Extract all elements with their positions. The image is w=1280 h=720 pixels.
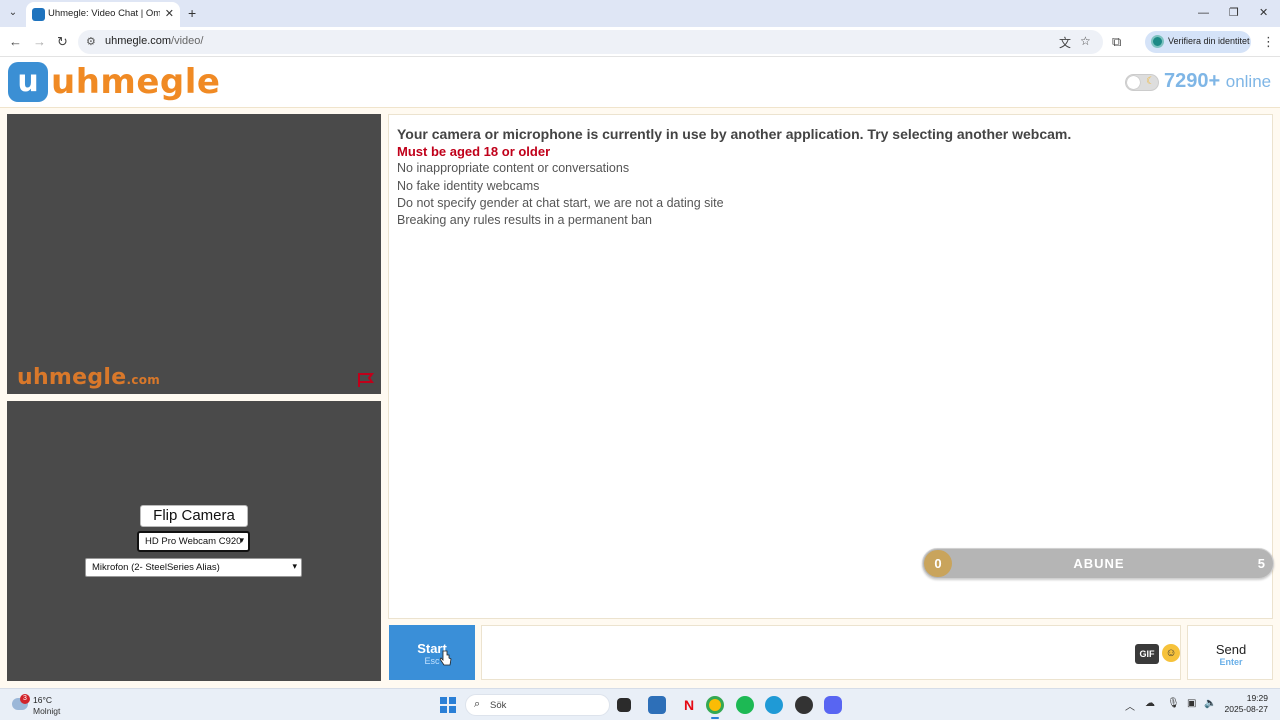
onedrive-cloud-icon[interactable]: ☁ (1145, 698, 1155, 709)
browser-toolbar: ← → ↻ ⚙ uhmegle.com/video/ 文 ☆ ⧉ Verifie… (0, 27, 1280, 57)
age-rule: Must be aged 18 or older (397, 144, 551, 159)
app-icon[interactable] (795, 696, 813, 714)
tray-chevron-up-icon[interactable]: ︿ (1125, 698, 1135, 713)
chat-log: Your camera or microphone is currently i… (388, 114, 1273, 619)
start-label: Start (417, 641, 447, 656)
send-button[interactable]: Send Enter (1187, 625, 1273, 680)
system-clock[interactable]: 19:29 2025-08-27 (1222, 693, 1268, 715)
camera-select[interactable]: HD Pro Webcam C920 ▾ (137, 531, 250, 552)
camera-warning: Your camera or microphone is currently i… (397, 126, 1072, 142)
tab-title: Uhmegle: Video Chat | Omegle (48, 8, 160, 19)
rule-item: No fake identity webcams (397, 178, 540, 193)
network-icon[interactable]: ▣ (1187, 698, 1196, 709)
abune-count-right: 5 (1257, 556, 1265, 571)
abune-label: ABUNE (1073, 556, 1125, 571)
rule-item: Breaking any rules results in a permanen… (397, 213, 653, 228)
profile-label: Verifiera din identitet (1168, 36, 1250, 46)
toggle-knob (1127, 76, 1140, 89)
self-video: Flip Camera HD Pro Webcam C920 ▾ Mikrofon… (7, 401, 381, 681)
restore-icon[interactable]: ❐ (1229, 6, 1239, 20)
translate-icon[interactable]: 文 (1059, 34, 1071, 51)
message-input[interactable]: GIF ☺ (481, 625, 1181, 680)
page: u uhmegle ☾ 7290+ online uhmegle.com Fli… (0, 58, 1280, 688)
online-label: online (1225, 72, 1272, 91)
address-bar[interactable]: ⚙ uhmegle.com/video/ 文 ☆ (78, 30, 1103, 54)
volume-icon[interactable]: 🔈 (1204, 698, 1216, 709)
search-icon: ⌕ (474, 698, 481, 710)
microphone-select[interactable]: Mikrofon (2- SteelSeries Alias) ▾ (85, 558, 302, 577)
taskbar-search[interactable]: ⌕ Sök (465, 694, 610, 716)
url-text: uhmegle.com/video/ (105, 35, 204, 47)
reload-icon[interactable]: ↻ (57, 34, 68, 50)
clock-time: 19:29 (1246, 693, 1268, 703)
weather-widget[interactable]: 3 16°C Molnigt (10, 694, 90, 716)
emoji-icon[interactable]: ☺ (1162, 644, 1180, 662)
logo-chat-icon: u (8, 62, 48, 102)
weather-desc: Molnigt (33, 706, 61, 716)
browser-tab[interactable]: Uhmegle: Video Chat | Omegle ✕ (26, 2, 180, 27)
abune-bar[interactable]: 0 ABUNE 5 (922, 548, 1274, 579)
edge-icon[interactable] (765, 696, 783, 714)
stranger-video: uhmegle.com (7, 114, 381, 394)
rule-item: Do not specify gender at chat start, we … (397, 195, 724, 210)
browser-tab-bar: ⌄ Uhmegle: Video Chat | Omegle ✕ + — ❐ ✕ (0, 0, 1280, 27)
chevron-down-icon: ▾ (292, 561, 297, 571)
temperature: 16°C (33, 695, 52, 705)
microphone-icon[interactable]: 🎙 (1167, 698, 1180, 709)
netflix-icon[interactable]: N (680, 696, 698, 714)
flip-camera-button[interactable]: Flip Camera (140, 505, 248, 527)
chevron-down-icon: ▾ (239, 535, 244, 545)
chat-messages: Your camera or microphone is currently i… (397, 125, 1257, 229)
site-info-icon[interactable]: ⚙ (86, 35, 96, 48)
bookmark-star-icon[interactable]: ☆ (1080, 34, 1091, 48)
video-watermark: uhmegle.com (17, 365, 161, 390)
online-counter: 7290+ online (1164, 70, 1271, 93)
rule-item: No inappropriate content or conversation… (397, 161, 630, 176)
site-favicon-icon (32, 8, 45, 21)
dark-mode-toggle[interactable]: ☾ (1125, 74, 1159, 91)
active-app-indicator (711, 717, 719, 719)
windows-start-icon[interactable] (440, 697, 456, 713)
mouse-cursor-icon (440, 650, 452, 666)
file-explorer-icon[interactable] (617, 698, 631, 712)
search-placeholder: Sök (490, 700, 507, 711)
notification-badge: 3 (20, 694, 30, 704)
logo-text: uhmegle (51, 62, 221, 102)
extensions-puzzle-icon[interactable]: ⧉ (1112, 34, 1121, 50)
minimize-icon[interactable]: — (1198, 6, 1209, 20)
report-flag-icon[interactable] (357, 372, 375, 388)
send-label: Send (1215, 642, 1247, 657)
site-header: u uhmegle ☾ 7290+ online (0, 58, 1280, 108)
taskbar: 3 16°C Molnigt ⌕ Sök N ︿ ☁ 🎙 ▣ 🔈 19:29 2… (0, 688, 1280, 720)
window-close-icon[interactable]: ✕ (1259, 6, 1268, 20)
site-logo[interactable]: u uhmegle (8, 62, 220, 102)
send-shortcut: Enter (1219, 657, 1243, 667)
forward-arrow-icon[interactable]: → (33, 34, 46, 50)
gif-button[interactable]: GIF (1135, 644, 1159, 664)
store-icon[interactable] (648, 696, 666, 714)
discord-icon[interactable] (824, 696, 842, 714)
moon-icon: ☾ (1146, 76, 1155, 87)
online-count: 7290+ (1164, 70, 1221, 92)
start-button[interactable]: Start Esc (389, 625, 475, 680)
new-tab-plus-icon[interactable]: + (188, 5, 196, 21)
profile-avatar-icon (1151, 35, 1164, 48)
chrome-icon[interactable] (706, 696, 724, 714)
clock-date: 2025-08-27 (1224, 704, 1268, 714)
spotify-icon[interactable] (736, 696, 754, 714)
browser-menu-icon[interactable]: ⋮ (1262, 34, 1275, 50)
profile-chip[interactable]: Verifiera din identitet (1145, 31, 1251, 53)
back-arrow-icon[interactable]: ← (9, 34, 22, 50)
tab-close-icon[interactable]: ✕ (165, 7, 174, 20)
tab-search-icon[interactable]: ⌄ (5, 5, 21, 21)
start-shortcut: Esc (424, 656, 440, 666)
